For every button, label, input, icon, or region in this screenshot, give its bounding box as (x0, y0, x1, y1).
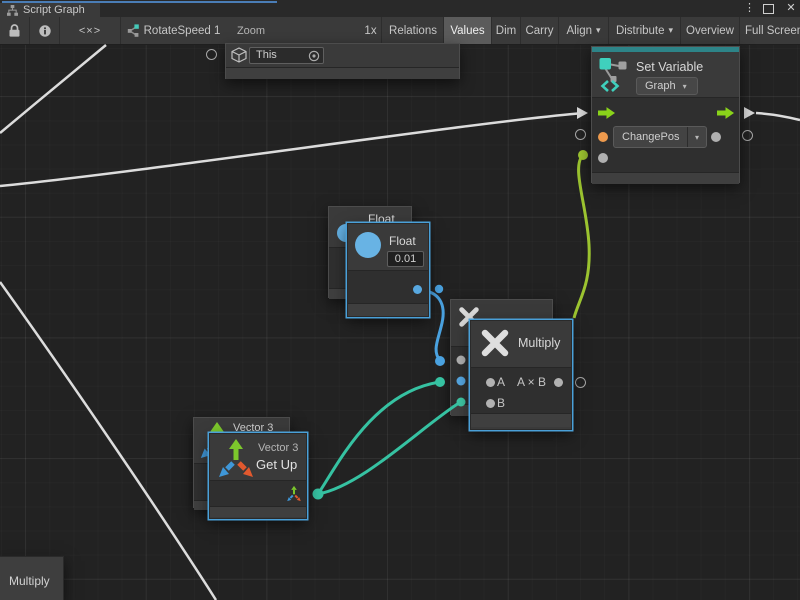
input-a-label: A (497, 375, 505, 389)
port-dot-gray[interactable] (598, 153, 608, 163)
unity-visual-scripting-window: Script Graph ⋮ ✕ <×> (0, 0, 800, 600)
multiply-node-corner[interactable]: Multiply (0, 556, 64, 600)
float-value-field[interactable]: 0.01 (387, 251, 424, 267)
node-title: Get Up (256, 457, 297, 472)
object-picker-icon[interactable] (308, 50, 320, 62)
flow-port-triangle-out[interactable] (744, 107, 755, 119)
port-dot-gray[interactable] (554, 378, 563, 387)
kebab-menu-icon[interactable]: ⋮ (744, 2, 754, 15)
info-button[interactable] (30, 17, 60, 44)
multiply-node[interactable]: Multiply A A × B B (470, 320, 572, 430)
flow-port-triangle-in[interactable] (577, 107, 588, 119)
chevron-down-icon: ▾ (669, 25, 674, 36)
port-dot-gray[interactable] (711, 132, 721, 142)
unconnected-port-circle[interactable] (575, 129, 586, 140)
lock-icon (9, 24, 20, 37)
set-variable-node[interactable]: Set Variable Graph ▾ ChangePos ▾ (591, 46, 740, 183)
code-brackets-icon: <×> (79, 25, 101, 37)
distribute-dropdown[interactable]: Distribute▾ (609, 17, 681, 44)
set-variable-icon (599, 57, 629, 93)
port-dot-gray[interactable] (486, 378, 495, 387)
values-button[interactable]: Values (444, 17, 492, 44)
graph-toolbar: <×> RotateSpeed 1 Zoom 1x Relations Valu… (0, 17, 800, 45)
float-node[interactable]: Float 0.01 (347, 223, 429, 317)
tab-label: Script Graph (23, 4, 85, 16)
relations-button[interactable]: Relations (383, 17, 444, 44)
unconnected-port-circle[interactable] (575, 377, 586, 388)
close-icon[interactable]: ✕ (784, 2, 798, 15)
breadcrumb-label: RotateSpeed 1 (144, 25, 221, 37)
vector3-output-icon[interactable] (286, 485, 302, 502)
chevron-down-icon: ▾ (596, 25, 601, 36)
multiply-icon (479, 327, 511, 359)
node-title: Set Variable (636, 60, 703, 74)
carry-button[interactable]: Carry (521, 17, 559, 44)
chevron-down-icon: ▾ (683, 82, 687, 91)
tab-script-graph[interactable]: Script Graph (0, 3, 100, 17)
gameobject-cube-icon (231, 47, 247, 63)
title-bar: Script Graph ⋮ ✕ (0, 0, 800, 17)
full-screen-button[interactable]: Full Screen (740, 17, 800, 44)
variable-name-dropdown[interactable]: ChangePos ▾ (613, 126, 707, 148)
maximize-icon[interactable] (763, 4, 774, 14)
dim-button[interactable]: Dim (492, 17, 521, 44)
input-b-label: B (497, 396, 505, 410)
node-subtitle: Vector 3 (258, 442, 298, 454)
float-icon (355, 232, 381, 258)
flow-arrow-in[interactable] (598, 107, 615, 119)
lock-button[interactable] (0, 17, 30, 44)
vector3-icon (216, 437, 256, 479)
zoom-value: 1x (360, 17, 382, 44)
zoom-label: Zoom (233, 17, 269, 44)
graph-breadcrumb[interactable]: RotateSpeed 1 (121, 17, 225, 44)
port-dot-blue[interactable] (413, 285, 422, 294)
this-object-field[interactable]: This (249, 47, 324, 64)
info-icon (39, 25, 51, 37)
node-title: Multiply (518, 336, 560, 350)
chevron-down-icon: ▾ (687, 127, 706, 147)
node-title: Multiply (9, 574, 50, 588)
port-dot-orange[interactable] (598, 132, 608, 142)
get-up-node[interactable]: Vector 3 Get Up (209, 433, 307, 519)
script-graph-icon (7, 5, 18, 16)
unconnected-port-circle[interactable] (742, 130, 753, 141)
graph-node-icon (126, 24, 139, 37)
unconnected-port-circle[interactable] (206, 49, 217, 60)
align-dropdown[interactable]: Align▾ (559, 17, 609, 44)
edit-graph-button[interactable]: <×> (60, 17, 121, 44)
overview-button[interactable]: Overview (681, 17, 740, 44)
variable-scope-dropdown[interactable]: Graph ▾ (636, 77, 698, 95)
port-dot-gray[interactable] (486, 399, 495, 408)
flow-arrow-out[interactable] (717, 107, 734, 119)
output-label: A × B (517, 375, 546, 389)
this-node[interactable]: This (225, 43, 460, 79)
node-title: Float (389, 234, 416, 248)
